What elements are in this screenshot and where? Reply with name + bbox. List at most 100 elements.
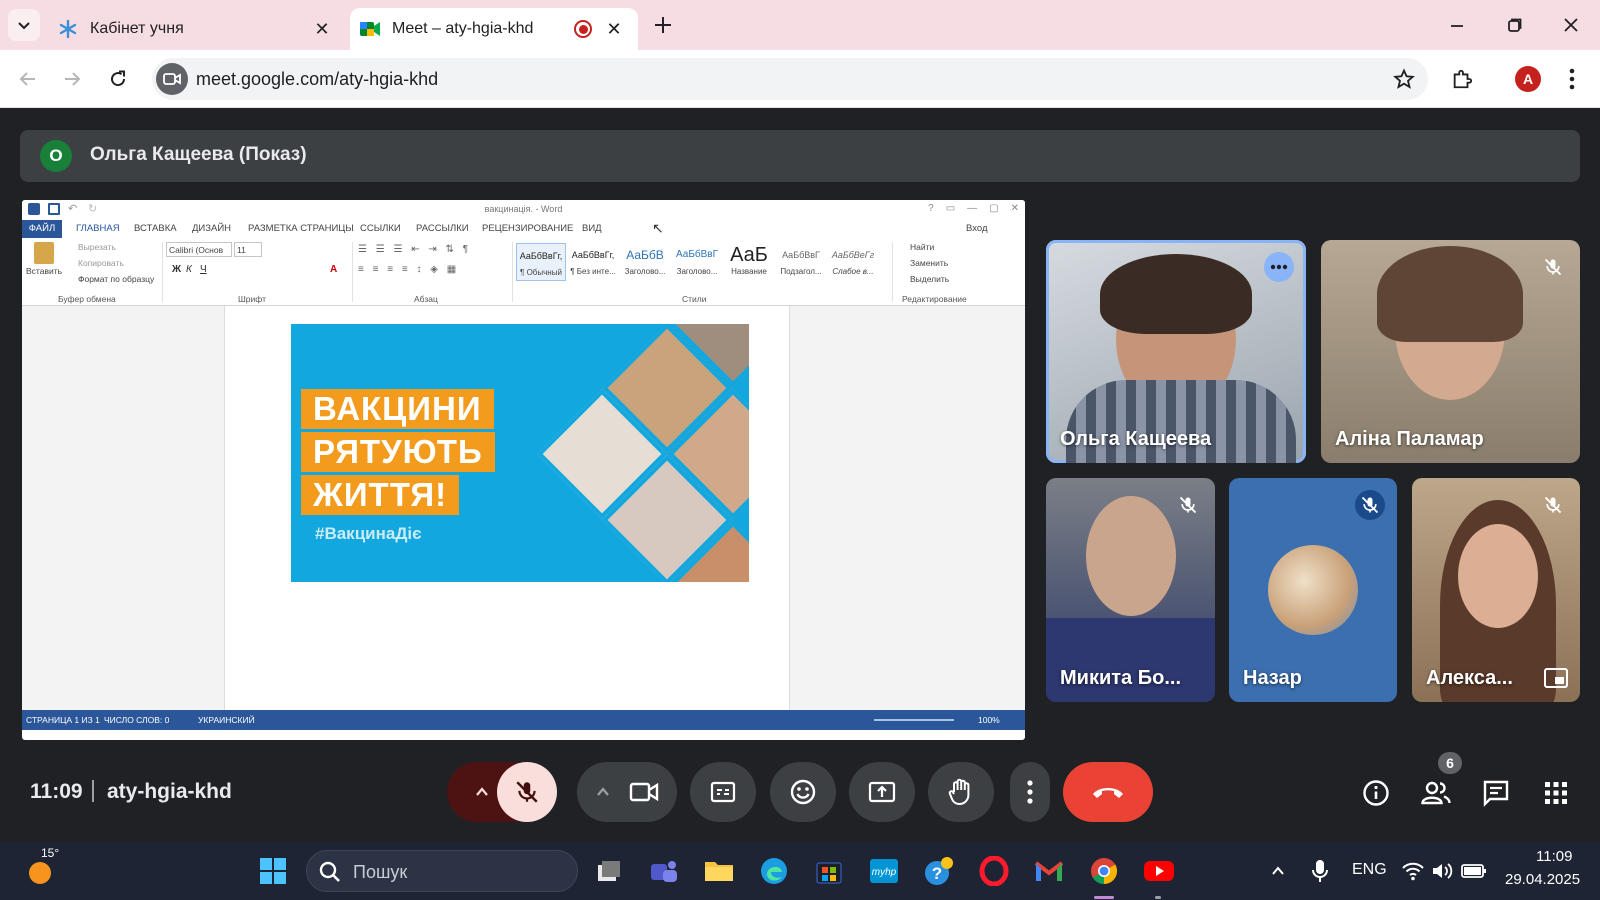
style-heading2: АаБбВвГ Заголово... [675,249,719,276]
back-button[interactable] [12,63,44,95]
edge-app[interactable] [754,851,794,891]
participant-options-button[interactable] [1264,252,1294,282]
bookmark-star-button[interactable] [1390,65,1418,93]
activities-button[interactable] [1538,775,1574,811]
tray-date: 29.04.2025 [1505,871,1581,888]
word-tab-layout: РАЗМЕТКА СТРАНИЦЫ [248,223,354,234]
apps-grid-icon [1545,782,1567,804]
zoom-slider [874,719,954,721]
address-bar[interactable]: meet.google.com/aty-hgia-khd [152,58,1428,100]
participant-tile-nazar[interactable]: Назар [1229,478,1397,702]
reload-button[interactable] [102,63,134,95]
store-icon [816,862,842,884]
chevron-down-icon [18,22,30,30]
opera-app[interactable] [974,851,1014,891]
help-app[interactable]: ? [919,851,959,891]
browser-menu-button[interactable] [1560,63,1584,95]
task-view-button[interactable] [589,851,629,891]
chrome-app[interactable] [1084,851,1124,891]
mic-off-indicator [1538,252,1568,282]
word-signin: Вход [966,223,988,234]
recording-icon [574,20,592,38]
start-button[interactable] [253,851,293,891]
close-window-button[interactable] [1546,8,1596,42]
participant-tile-alina[interactable]: Аліна Паламар [1321,240,1580,463]
mic-tray-icon[interactable] [1300,851,1340,891]
minimize-button[interactable] [1432,8,1482,42]
raise-hand-button[interactable] [928,762,994,822]
shared-screen[interactable]: ↶ ↻ вакцинація. - Word ? ▭ — ▢ ✕ ФАЙЛ ГЛ… [22,200,1025,740]
participant-video [1377,246,1523,342]
participant-name: Аліна Паламар [1335,428,1484,450]
tab-student-cabinet[interactable]: Кабінет учня ✕ [46,8,346,50]
paste-icon [34,242,54,264]
tab-meet[interactable]: Meet – aty-hgia-khd ✕ [350,8,638,50]
more-options-button[interactable] [1010,762,1050,822]
youtube-app[interactable] [1139,851,1179,891]
reload-icon [111,70,126,87]
puzzle-icon [1453,69,1473,89]
tab-title: Meet – aty-hgia-khd [392,20,534,37]
participant-video [1458,524,1538,628]
running-app-indicator [1155,896,1161,899]
tab-search-button[interactable] [8,9,40,41]
battery-tray-icon[interactable] [1454,851,1494,891]
captions-button[interactable] [690,762,756,822]
chrome-icon [1091,858,1118,885]
style-title: АаБ Название [730,244,768,276]
profile-avatar[interactable]: A [1515,66,1541,92]
store-app[interactable] [809,851,849,891]
style-normal: АаБбВвГг, ¶ Обычный [516,243,566,281]
reactions-button[interactable] [770,762,836,822]
status-page: СТРАНИЦА 1 ИЗ 1 [26,715,100,725]
poster-line-2: РЯТУЮТЬ [301,432,495,472]
maximize-icon: ▢ [989,203,999,214]
close-tab-icon[interactable]: ✕ [312,19,332,39]
extensions-button[interactable] [1446,63,1478,95]
volume-icon [1433,863,1453,879]
participant-tile-olga[interactable]: Ольга Кащеева [1046,240,1306,463]
word-tab-home: ГЛАВНАЯ [76,223,120,234]
meeting-details-button[interactable] [1358,775,1394,811]
present-screen-button[interactable] [849,762,915,822]
divider [512,242,513,302]
windows-logo-icon [260,858,286,884]
svg-text:myhp: myhp [872,867,897,878]
end-call-icon [1093,788,1123,798]
plus-icon [655,17,671,33]
close-icon [1564,18,1578,32]
url-text: meet.google.com/aty-hgia-khd [196,69,439,89]
gmail-app[interactable] [1029,851,1069,891]
taskbar-search[interactable]: Пошук [306,850,578,892]
divider [892,242,893,302]
site-info-button[interactable] [156,63,188,95]
mic-off-icon [1361,496,1379,514]
file-explorer-app[interactable] [699,851,739,891]
new-tab-button[interactable] [650,12,676,38]
people-button[interactable] [1418,775,1454,811]
task-view-icon [598,861,620,881]
restore-button[interactable] [1490,8,1540,42]
participant-tile-oleksa[interactable]: Алекса... [1412,478,1580,702]
microphone-toggle-button[interactable] [497,762,557,822]
input-language[interactable]: ENG [1352,861,1387,879]
leave-call-button[interactable] [1063,762,1153,822]
word-ribbon: Вставить Вырезать Копировать Формат по о… [22,238,1025,306]
list-icons: ☰ ☰ ☰ ⇤ ⇥ ⇅ ¶ [358,244,472,255]
myhp-app[interactable]: myhp [864,851,904,891]
weather-temp: 15° [41,846,60,860]
word-titlebar: ↶ ↻ вакцинація. - Word ? ▭ — ▢ ✕ [22,200,1025,220]
participant-name: Алекса... [1426,667,1513,689]
forward-button[interactable] [56,63,88,95]
chat-button[interactable] [1478,775,1514,811]
camera-controls[interactable] [577,762,677,822]
teams-app[interactable] [644,851,684,891]
participant-name: Микита Бо... [1060,667,1181,689]
show-hidden-icons-button[interactable] [1258,851,1298,891]
participant-tile-mykyta[interactable]: Микита Бо... [1046,478,1215,702]
camera-icon[interactable] [629,780,659,804]
picture-in-picture-icon[interactable] [1544,668,1568,688]
close-tab-icon[interactable]: ✕ [604,19,624,39]
group-styles: Стили [682,294,707,304]
word-tab-design: ДИЗАЙН [192,223,232,234]
